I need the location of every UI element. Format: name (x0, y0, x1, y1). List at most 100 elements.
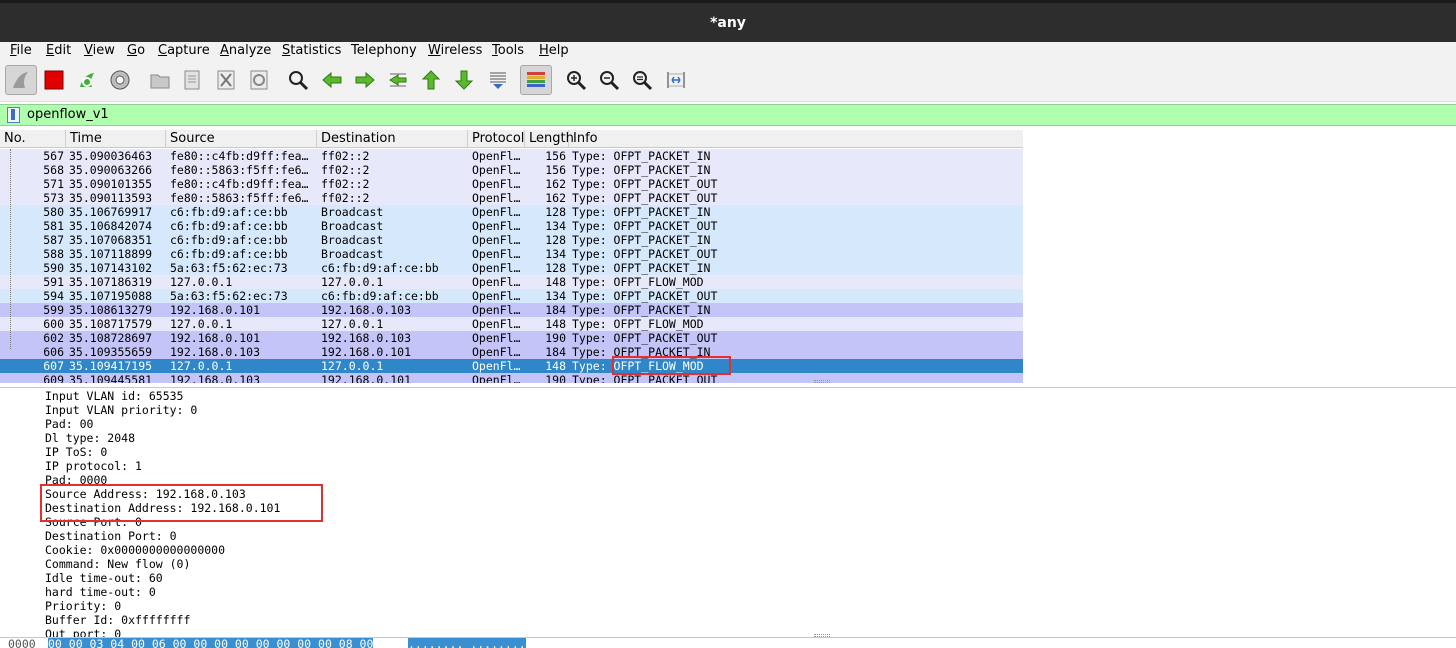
cell-proto: OpenFl… (472, 317, 521, 331)
table-row[interactable]: 602 35.108728697 192.168.0.101 192.168.0.10… (0, 331, 1023, 345)
table-row[interactable]: 594 35.107195088 5a:63:f5:62:ec:73 c6:fb:d9… (0, 289, 1023, 303)
menu-label: elp (548, 43, 569, 58)
menu-tools[interactable]: Tools (492, 42, 524, 60)
detail-field[interactable]: IP ToS: 0 (45, 445, 107, 459)
column-length[interactable]: Length (525, 130, 574, 148)
cell-proto: OpenFl… (472, 373, 521, 383)
go-forward-icon[interactable] (349, 65, 381, 95)
main-toolbar (0, 60, 1456, 102)
cell-time: 35.109417195 (69, 359, 153, 373)
pane-splitter[interactable] (814, 380, 830, 383)
table-row[interactable]: 580 35.106769917 c6:fb:d9:af:ce:bb Broadcas… (0, 205, 1023, 219)
menu-analyze[interactable]: Analyze (220, 42, 271, 60)
detail-field[interactable]: Buffer Id: 0xffffffff (45, 613, 190, 627)
column-info[interactable]: Info (569, 130, 1023, 148)
bytes-ascii[interactable]: ........ ........ (408, 638, 526, 648)
cell-info: Type: OFPT_PACKET_IN (572, 163, 711, 177)
zoom-normal-icon[interactable] (626, 65, 658, 95)
cell-time: 35.107195088 (69, 289, 153, 303)
table-row[interactable]: 609 35.109445581 192.168.0.103 192.168.0.10… (0, 373, 1023, 383)
table-row[interactable]: 587 35.107068351 c6:fb:d9:af:ce:bb Broadcas… (0, 233, 1023, 247)
detail-field[interactable]: Out port: 0 (45, 627, 121, 637)
detail-field[interactable]: Priority: 0 (45, 599, 121, 613)
bytes-hex[interactable]: 00 00 03 04 00 06 00 00 00 00 00 00 00 0… (48, 638, 374, 648)
menu-mnemonic: H (539, 43, 549, 58)
table-row[interactable]: 591 35.107186319 127.0.0.1 127.0.0.1 OpenFl…… (0, 275, 1023, 289)
colorize-icon[interactable] (520, 65, 552, 95)
cell-time: 35.090113593 (69, 191, 153, 205)
table-row[interactable]: 571 35.090101355 fe80::c4fb:d9ff:fea… ff02:… (0, 177, 1023, 191)
menu-capture[interactable]: Capture (158, 42, 210, 60)
cell-proto: OpenFl… (472, 275, 521, 289)
go-to-packet-icon[interactable] (382, 65, 414, 95)
column-no[interactable]: No. (0, 130, 66, 148)
bookmark-icon[interactable] (7, 107, 20, 123)
cell-len: 128 (545, 233, 566, 247)
find-packet-icon[interactable] (282, 65, 314, 95)
table-row[interactable]: 588 35.107118899 c6:fb:d9:af:ce:bb Broadcas… (0, 247, 1023, 261)
menu-file[interactable]: File (10, 42, 32, 60)
table-row[interactable]: 590 35.107143102 5a:63:f5:62:ec:73 c6:fb:d9… (0, 261, 1023, 275)
menu-label: dit (54, 43, 72, 58)
detail-field[interactable]: Cookie: 0x0000000000000000 (45, 543, 225, 557)
table-row[interactable]: 600 35.108717579 127.0.0.1 127.0.0.1 OpenFl…… (0, 317, 1023, 331)
menu-help[interactable]: Help (539, 42, 569, 60)
restart-capture-icon[interactable] (71, 65, 103, 95)
packet-list: No. Time Source Destination Protocol Len… (0, 130, 1456, 383)
cell-no: 587 (43, 233, 64, 247)
detail-field[interactable]: Input VLAN id: 65535 (45, 389, 183, 403)
cell-info: Type: OFPT_PACKET_IN (572, 205, 711, 219)
detail-field[interactable]: Destination Port: 0 (45, 529, 177, 543)
cell-len: 134 (545, 247, 566, 261)
display-filter-input[interactable] (27, 107, 627, 122)
detail-field[interactable]: Command: New flow (0) (45, 557, 190, 571)
table-row-selected[interactable]: 607 35.109417195 127.0.0.1 127.0.0.1 OpenFl…… (0, 359, 1023, 373)
first-packet-icon[interactable] (415, 65, 447, 95)
menu-wireless[interactable]: Wireless (428, 42, 482, 60)
detail-field[interactable]: hard time-out: 0 (45, 585, 156, 599)
open-file-icon[interactable] (144, 65, 176, 95)
cell-info: Type: OFPT_FLOW_MOD (572, 275, 704, 289)
zoom-out-icon[interactable] (593, 65, 625, 95)
zoom-in-icon[interactable] (560, 65, 592, 95)
column-destination[interactable]: Destination (317, 130, 468, 148)
detail-field[interactable]: Dl type: 2048 (45, 431, 135, 445)
stop-capture-icon[interactable] (38, 65, 70, 95)
menu-telephony[interactable]: Telephony (351, 42, 417, 60)
go-back-icon[interactable] (316, 65, 348, 95)
cell-proto: OpenFl… (472, 331, 521, 345)
cell-info: Type: OFPT_PACKET_OUT (572, 191, 718, 205)
column-protocol[interactable]: Protocol (468, 130, 525, 148)
resize-columns-icon[interactable] (660, 65, 692, 95)
detail-field[interactable]: Pad: 00 (45, 417, 93, 431)
table-row[interactable]: 567 35.090036463 fe80::c4fb:d9ff:fea… ff02:… (0, 149, 1023, 163)
cell-dst: ff02::2 (321, 149, 370, 163)
cell-proto: OpenFl… (472, 219, 521, 233)
auto-scroll-icon[interactable] (482, 65, 514, 95)
column-time[interactable]: Time (66, 130, 166, 148)
cell-no: 588 (43, 247, 64, 261)
cell-time: 35.108728697 (69, 331, 153, 345)
capture-options-icon[interactable] (104, 65, 136, 95)
column-source[interactable]: Source (166, 130, 317, 148)
table-row[interactable]: 606 35.109355659 192.168.0.103 192.168.0.10… (0, 345, 1023, 359)
close-file-icon[interactable] (210, 65, 242, 95)
table-row[interactable]: 573 35.090113593 fe80::5863:f5ff:fe6… ff02:… (0, 191, 1023, 205)
menu-view[interactable]: View (84, 42, 115, 60)
window-title: *any (710, 15, 746, 31)
cell-no: 607 (43, 359, 64, 373)
menu-edit[interactable]: Edit (46, 42, 71, 60)
menu-statistics[interactable]: Statistics (282, 42, 341, 60)
menu-go[interactable]: Go (127, 42, 145, 60)
reload-file-icon[interactable] (243, 65, 275, 95)
save-file-icon[interactable] (176, 65, 208, 95)
menu-label: ools (497, 43, 525, 58)
detail-field[interactable]: IP protocol: 1 (45, 459, 142, 473)
table-row[interactable]: 568 35.090063266 fe80::5863:f5ff:fe6… ff02:… (0, 163, 1023, 177)
table-row[interactable]: 599 35.108613279 192.168.0.101 192.168.0.10… (0, 303, 1023, 317)
table-row[interactable]: 581 35.106842074 c6:fb:d9:af:ce:bb Broadcas… (0, 219, 1023, 233)
detail-field[interactable]: Input VLAN priority: 0 (45, 403, 197, 417)
detail-field[interactable]: Idle time-out: 60 (45, 571, 163, 585)
last-packet-icon[interactable] (448, 65, 480, 95)
shark-fin-start-icon[interactable] (5, 65, 37, 95)
